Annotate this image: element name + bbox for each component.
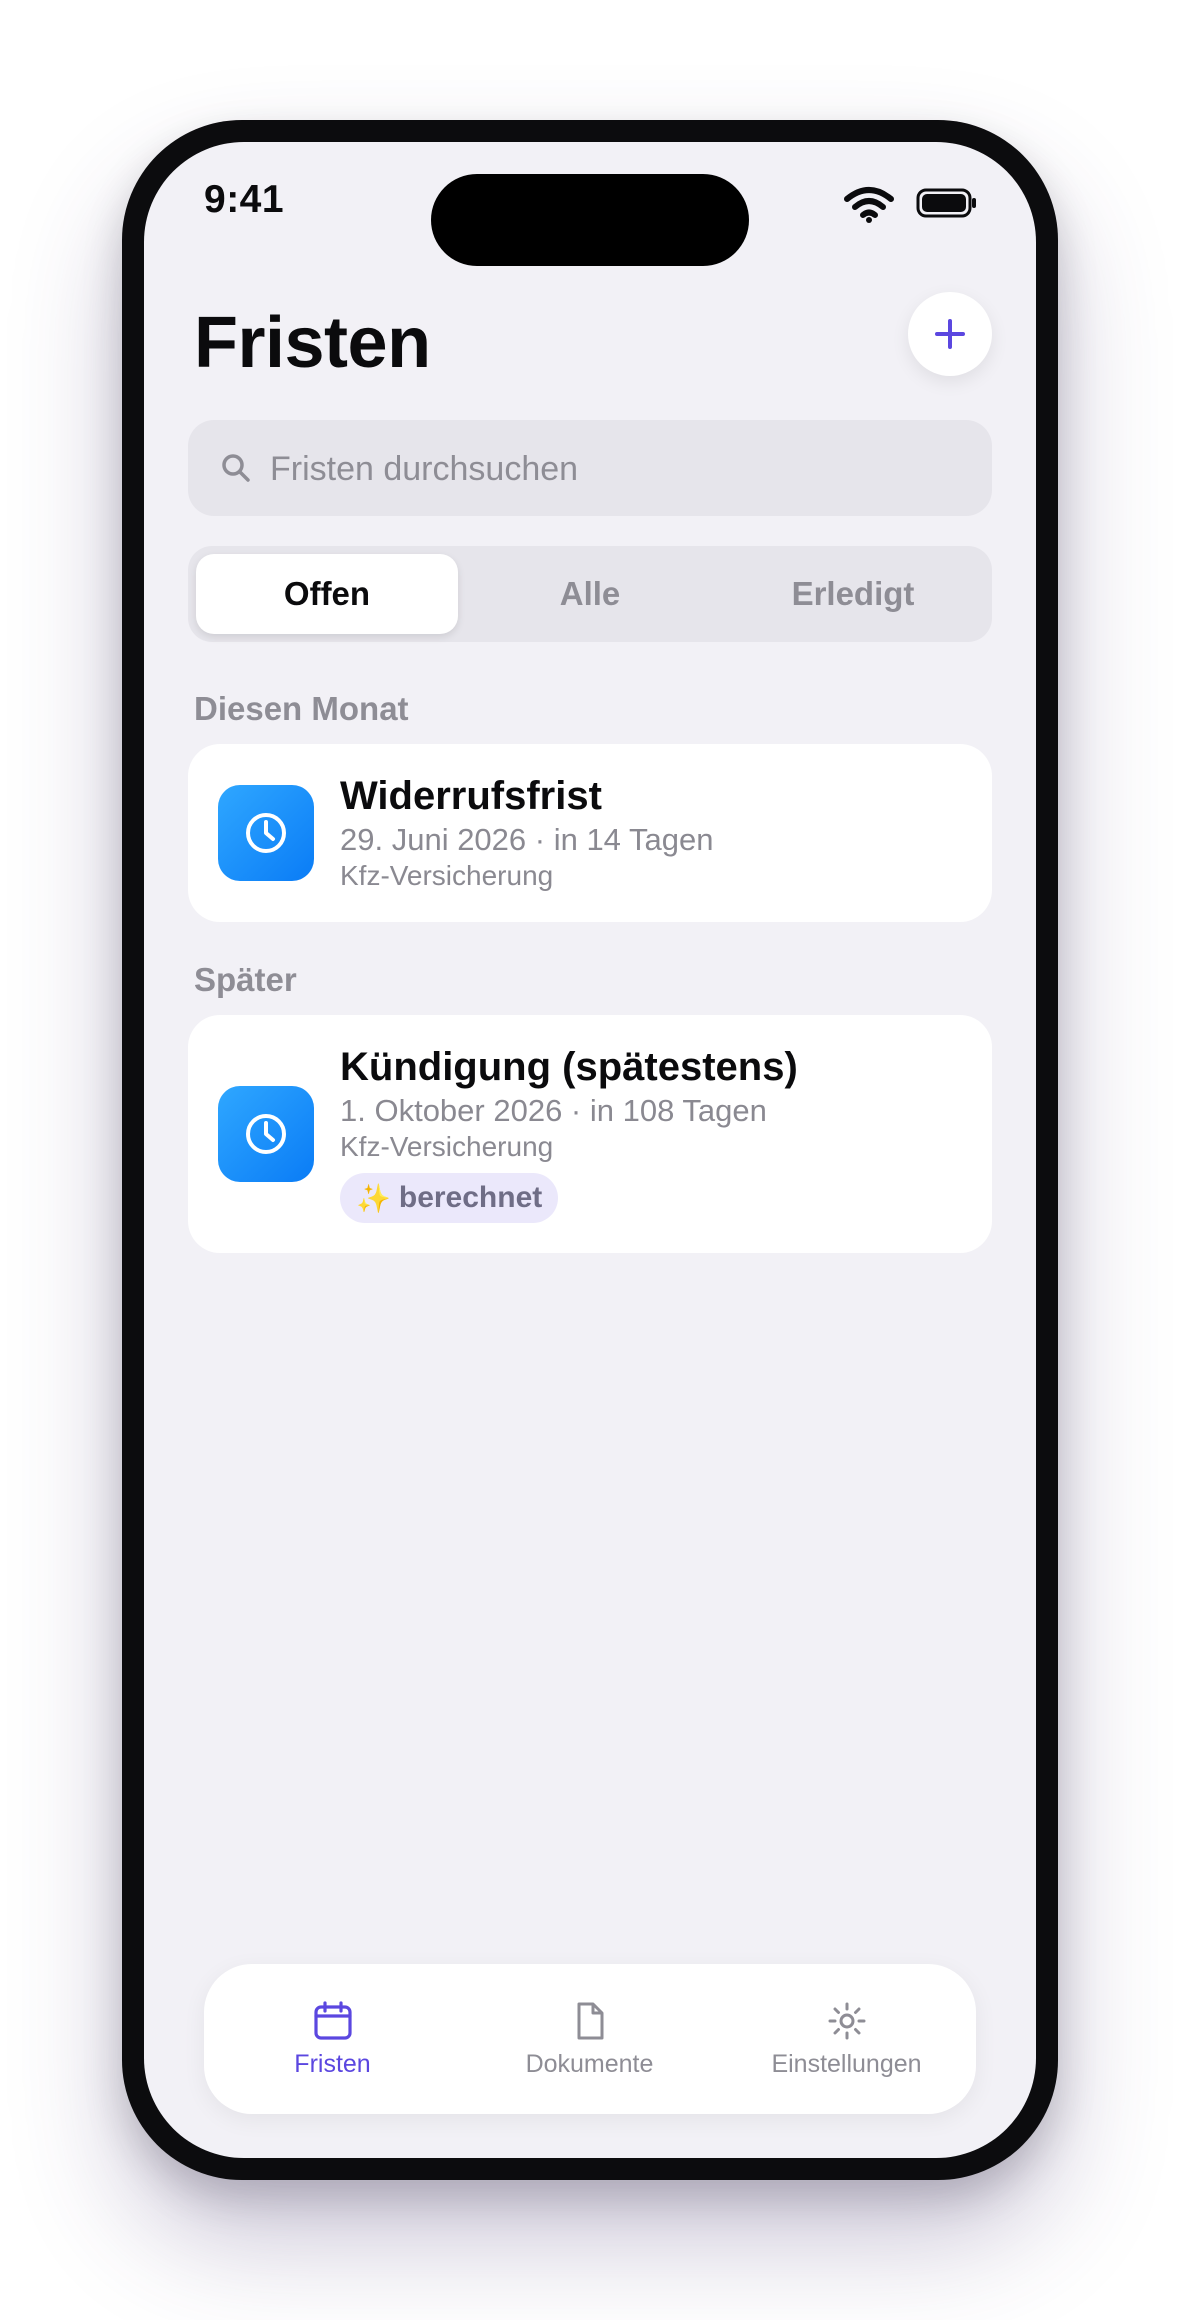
segment-alle[interactable]: Alle — [459, 554, 721, 634]
phone-frame: 9:41 Fristen Offen — [122, 120, 1058, 2180]
search-field[interactable] — [188, 420, 992, 518]
wifi-icon — [844, 187, 894, 223]
search-input[interactable] — [268, 420, 972, 518]
battery-icon — [916, 188, 976, 218]
section-header-later: Später — [194, 961, 297, 998]
plus-icon — [935, 319, 965, 349]
deadline-document: Kfz-Versicherung — [340, 860, 554, 891]
sun-icon — [828, 2002, 865, 2039]
deadline-document: Kfz-Versicherung — [340, 1131, 554, 1162]
segment-offen[interactable]: Offen — [196, 554, 458, 634]
deadline-date: 29. Juni 2026 · in 14 Tagen — [340, 822, 714, 857]
section-header-this-month: Diesen Monat — [194, 690, 409, 727]
badge-label: berechnet — [398, 1181, 543, 1214]
tab-fristen[interactable]: Fristen — [204, 1964, 461, 2114]
deadline-card-widerrufsfrist[interactable]: Widerrufsfrist 29. Juni 2026 · in 14 Tag… — [188, 744, 992, 922]
filter-segmented-control: Offen Alle Erledigt — [188, 546, 992, 642]
tab-label: Einstellungen — [771, 2049, 922, 2078]
deadline-title: Widerrufsfrist — [340, 774, 602, 818]
tab-label: Dokumente — [525, 2049, 654, 2078]
status-time: 9:41 — [204, 178, 285, 221]
deadline-card-kuendigung[interactable]: Kündigung (spätestens) 1. Oktober 2026 ·… — [188, 1015, 992, 1253]
tab-bar: Fristen Dokumente Einstellungen — [204, 1964, 976, 2114]
clock-icon — [246, 1114, 286, 1154]
tab-label: Fristen — [294, 2049, 371, 2078]
tab-einstellungen[interactable]: Einstellungen — [718, 1964, 975, 2114]
page-title: Fristen — [194, 303, 431, 383]
deadline-icon — [218, 1086, 314, 1182]
document-icon — [577, 2002, 603, 2039]
search-icon — [222, 454, 250, 482]
dynamic-island — [431, 174, 749, 266]
sparkle-icon: ✨ — [356, 1182, 391, 1214]
tab-dokumente[interactable]: Dokumente — [461, 1964, 718, 2114]
clock-icon — [246, 813, 286, 853]
app-screen: 9:41 Fristen Offen — [144, 142, 1036, 2158]
segment-erledigt[interactable]: Erledigt — [722, 554, 984, 634]
calculated-badge: ✨ berechnet — [340, 1173, 559, 1223]
deadline-icon — [218, 785, 314, 881]
deadline-title: Kündigung (spätestens) — [340, 1045, 798, 1089]
add-button[interactable] — [908, 292, 992, 376]
calendar-icon — [313, 2000, 352, 2040]
deadline-date: 1. Oktober 2026 · in 108 Tagen — [340, 1093, 767, 1128]
